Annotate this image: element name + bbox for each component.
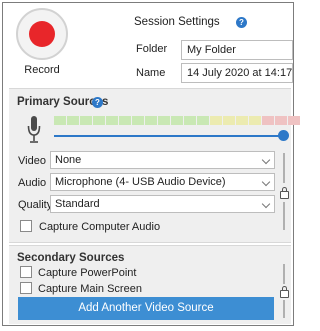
- secondary-link-line-lower: [283, 300, 285, 318]
- meter-segment: [171, 116, 183, 125]
- video-label: Video: [18, 155, 46, 167]
- volume-slider-thumb[interactable]: [278, 130, 289, 141]
- link-line-lower: [283, 202, 285, 230]
- meter-segment: [197, 116, 209, 125]
- secondary-link-line-upper: [283, 264, 285, 284]
- meter-segment: [132, 116, 144, 125]
- meter-segment: [262, 116, 274, 125]
- primary-help-icon[interactable]: ?: [92, 97, 103, 108]
- capture-computer-audio-checkbox[interactable]: [20, 220, 32, 232]
- volume-slider-track[interactable]: [54, 135, 284, 137]
- meter-segment: [184, 116, 196, 125]
- capture-main-screen-checkbox[interactable]: [20, 282, 32, 294]
- quality-select[interactable]: Standard: [50, 195, 275, 213]
- meter-segment: [119, 116, 131, 125]
- record-button[interactable]: [16, 8, 68, 60]
- secondary-lock-icon[interactable]: [280, 286, 289, 298]
- meter-segment: [80, 116, 92, 125]
- quality-select-value: Standard: [55, 198, 100, 210]
- capture-powerpoint-label: Capture PowerPoint: [38, 267, 137, 279]
- name-label: Name: [136, 67, 166, 79]
- record-dot-icon: [29, 21, 55, 47]
- meter-segment: [288, 116, 300, 125]
- audio-label: Audio: [18, 177, 47, 189]
- link-line-upper: [283, 153, 285, 183]
- capture-main-screen-label: Capture Main Screen: [38, 283, 142, 295]
- chevron-down-icon: [261, 199, 271, 209]
- capture-powerpoint-checkbox[interactable]: [20, 266, 32, 278]
- capture-computer-audio-label: Capture Computer Audio: [39, 221, 161, 233]
- meter-segment: [236, 116, 248, 125]
- meter-segment: [223, 116, 235, 125]
- lock-icon[interactable]: [280, 187, 289, 199]
- audio-select[interactable]: Microphone (4- USB Audio Device): [50, 173, 275, 191]
- meter-segment: [106, 116, 118, 125]
- audio-level-meter: [54, 116, 300, 125]
- chevron-down-icon: [261, 177, 271, 187]
- session-help-icon[interactable]: ?: [236, 17, 247, 28]
- meter-segment: [145, 116, 157, 125]
- folder-label: Folder: [136, 43, 168, 55]
- quality-label: Quality: [18, 199, 53, 211]
- video-select[interactable]: None: [50, 151, 275, 169]
- meter-segment: [67, 116, 79, 125]
- meter-segment: [210, 116, 222, 125]
- secondary-sources-title: Secondary Sources: [17, 252, 125, 264]
- meter-segment: [158, 116, 170, 125]
- session-settings-title: Session Settings: [134, 16, 220, 28]
- meter-segment: [93, 116, 105, 125]
- meter-segment: [249, 116, 261, 125]
- name-field[interactable]: 14 July 2020 at 14:17:09: [181, 63, 293, 83]
- meter-segment: [54, 116, 66, 125]
- video-select-value: None: [55, 154, 82, 166]
- folder-field[interactable]: My Folder: [181, 40, 293, 60]
- microphone-icon: [27, 116, 41, 143]
- add-video-source-button[interactable]: Add Another Video Source: [18, 297, 274, 320]
- audio-select-value: Microphone (4- USB Audio Device): [55, 176, 226, 188]
- chevron-down-icon: [261, 155, 271, 165]
- record-label: Record: [24, 64, 60, 76]
- meter-segment: [275, 116, 287, 125]
